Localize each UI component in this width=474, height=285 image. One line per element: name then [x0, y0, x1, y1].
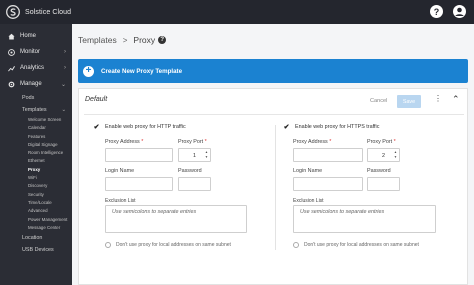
sidebar-item-power-management[interactable]: Power Management — [0, 216, 72, 224]
sidebar-item-usb-devices[interactable]: USB Devices — [0, 244, 72, 256]
chevron-down-icon: ⌄ — [61, 107, 66, 113]
http-enable-label: Enable web proxy for HTTP traffic — [105, 123, 186, 130]
sidebar-item-room-intelligence[interactable]: Room Intelligence — [0, 149, 72, 157]
template-card: Default Cancel Save ⋮ ⌃ ✔ Enable web pro… — [78, 88, 468, 285]
https-local-checkbox[interactable] — [293, 242, 299, 248]
http-local-row[interactable]: Don't use proxy for local addresses on s… — [105, 242, 231, 248]
breadcrumb: Templates > Proxy ? — [78, 35, 167, 45]
sidebar-item-label: Home — [20, 33, 37, 39]
plus-icon: + — [83, 65, 94, 77]
column-divider — [275, 125, 276, 250]
http-login-label: Login Name — [105, 168, 135, 174]
user-account-icon[interactable] — [453, 5, 466, 18]
https-address-input[interactable] — [293, 148, 363, 162]
https-exclusion-label: Exclusion List — [293, 198, 324, 204]
http-port-value: 1 — [193, 152, 196, 159]
https-login-label: Login Name — [293, 168, 323, 174]
http-login-input[interactable] — [105, 177, 173, 191]
https-enable-checkbox[interactable]: ✔ — [283, 123, 290, 131]
https-password-input[interactable] — [367, 177, 400, 191]
https-exclusion-textarea[interactable]: Use semicolons to separate entries — [293, 205, 436, 233]
http-exclusion-placeholder: Use semicolons to separate entries — [112, 209, 197, 215]
https-local-label: Don't use proxy for local addresses on s… — [304, 242, 419, 248]
create-template-button[interactable]: + Create New Proxy Template — [78, 59, 468, 83]
monitor-icon — [8, 48, 15, 56]
sidebar-item-features[interactable]: Features — [0, 133, 72, 141]
sidebar-item-templates[interactable]: Templates ⌄ — [0, 104, 72, 116]
manage-icon — [8, 81, 15, 87]
https-login-input[interactable] — [293, 177, 363, 191]
https-enable-row[interactable]: ✔ Enable web proxy for HTTPS traffic — [283, 123, 380, 131]
home-icon — [8, 33, 15, 39]
brand-name: Solstice Cloud — [25, 8, 72, 16]
sidebar-item-pods[interactable]: Pods — [0, 92, 72, 104]
https-port-input[interactable]: 2 ▲ ▼ — [367, 148, 400, 162]
http-port-input[interactable]: 1 ▲ ▼ — [178, 148, 211, 162]
cancel-button[interactable]: Cancel — [370, 98, 387, 104]
breadcrumb-current: Proxy — [133, 35, 156, 45]
sidebar-item-monitor[interactable]: Monitor › — [0, 44, 72, 60]
http-password-input[interactable] — [178, 177, 211, 191]
divider — [84, 114, 464, 115]
http-password-label: Password — [178, 168, 202, 174]
sidebar-item-manage[interactable]: Manage ⌄ — [0, 76, 72, 92]
https-port-label: Proxy Port * — [367, 139, 396, 145]
http-enable-checkbox[interactable]: ✔ — [93, 123, 100, 131]
sidebar-item-wifi[interactable]: WiFi — [0, 174, 72, 182]
http-address-label: Proxy Address * — [105, 139, 144, 145]
http-local-label: Don't use proxy for local addresses on s… — [116, 242, 231, 248]
help-icon[interactable]: ? — [430, 5, 443, 18]
https-exclusion-placeholder: Use semicolons to separate entries — [300, 209, 385, 215]
sidebar-item-welcome-screen[interactable]: Welcome Screen — [0, 116, 72, 124]
chevron-up-icon[interactable]: ⌃ — [452, 94, 460, 105]
http-address-input[interactable] — [105, 148, 173, 162]
sidebar-item-time-locale[interactable]: Time/Locale — [0, 199, 72, 207]
breadcrumb-separator: > — [122, 35, 128, 45]
more-options-icon[interactable]: ⋮ — [434, 95, 442, 103]
https-local-row[interactable]: Don't use proxy for local addresses on s… — [293, 242, 419, 248]
sidebar-item-advanced[interactable]: Advanced — [0, 207, 72, 215]
solstice-logo-icon — [6, 5, 20, 19]
chevron-right-icon: › — [64, 65, 66, 71]
create-template-label: Create New Proxy Template — [101, 67, 183, 75]
sidebar-item-discovery[interactable]: Discovery — [0, 182, 72, 190]
help-icon[interactable]: ? — [158, 36, 167, 44]
breadcrumb-templates[interactable]: Templates — [78, 35, 117, 45]
sidebar-item-label: Manage — [20, 81, 42, 87]
http-local-checkbox[interactable] — [105, 242, 111, 248]
https-address-label: Proxy Address * — [293, 139, 332, 145]
port-stepper-icon[interactable]: ▲ ▼ — [204, 150, 209, 160]
http-exclusion-label: Exclusion List — [105, 198, 136, 204]
sidebar-item-calendar[interactable]: Calendar — [0, 124, 72, 132]
sidebar-item-label: Analytics — [20, 65, 45, 71]
http-port-label: Proxy Port * — [178, 139, 207, 145]
sidebar-item-ethernet[interactable]: Ethernet — [0, 157, 72, 165]
chevron-down-icon: ⌄ — [60, 81, 66, 88]
sidebar-item-label: Templates — [22, 107, 47, 113]
top-bar: Solstice Cloud ? — [0, 0, 474, 24]
sidebar-item-security[interactable]: Security — [0, 191, 72, 199]
port-stepper-icon[interactable]: ▲ ▼ — [393, 150, 398, 160]
sidebar-item-digital-signage[interactable]: Digital Signage — [0, 141, 72, 149]
sidebar-item-analytics[interactable]: Analytics › — [0, 60, 72, 76]
card-header: Default Cancel Save ⋮ ⌃ — [79, 89, 467, 113]
sidebar: Home Monitor › Analytics › Manage ⌄ Pods… — [0, 24, 72, 285]
http-enable-row[interactable]: ✔ Enable web proxy for HTTP traffic — [93, 123, 186, 131]
save-button[interactable]: Save — [397, 95, 421, 108]
https-password-label: Password — [367, 168, 391, 174]
sidebar-item-label: Monitor — [20, 49, 41, 55]
sidebar-item-location[interactable]: Location — [0, 232, 72, 244]
sidebar-item-proxy[interactable]: Proxy — [0, 166, 72, 174]
chevron-right-icon: › — [64, 49, 66, 55]
https-enable-label: Enable web proxy for HTTPS traffic — [295, 123, 380, 130]
https-port-value: 2 — [382, 152, 385, 159]
template-name[interactable]: Default — [85, 96, 107, 103]
sidebar-item-message-center[interactable]: Message Center — [0, 224, 72, 232]
http-exclusion-textarea[interactable]: Use semicolons to separate entries — [105, 205, 247, 233]
sidebar-item-home[interactable]: Home — [0, 28, 72, 44]
analytics-icon — [8, 65, 15, 71]
